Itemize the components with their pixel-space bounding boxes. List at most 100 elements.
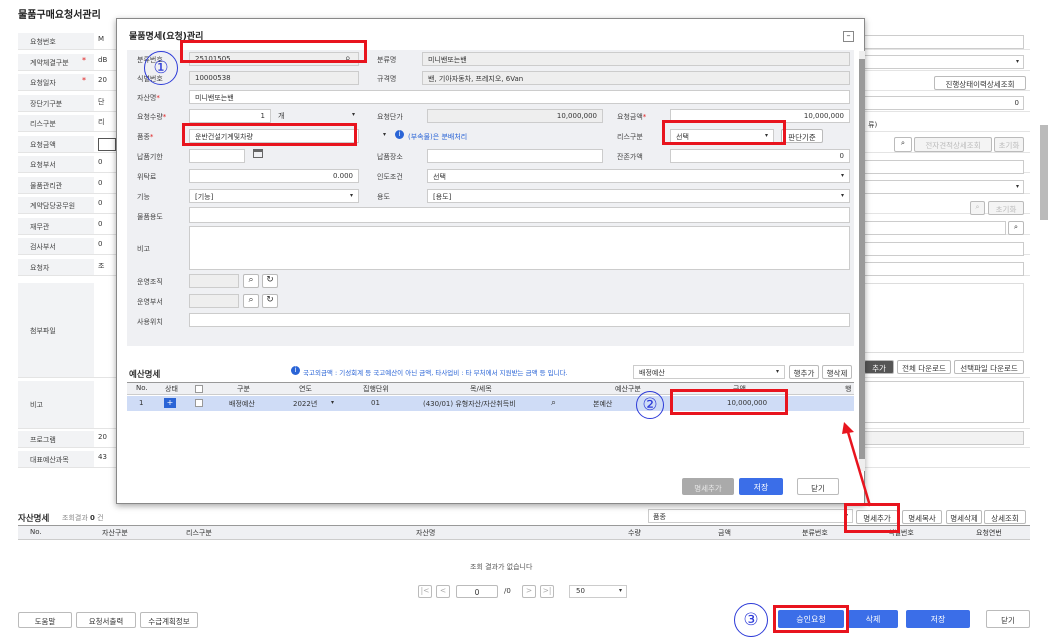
col-status: 상태 bbox=[165, 385, 178, 393]
col-year: 연도 bbox=[299, 385, 312, 393]
save-button[interactable]: 저장 bbox=[906, 610, 970, 628]
asset-col-5[interactable]: 금액 bbox=[718, 528, 731, 538]
row-year[interactable]: 2022년 bbox=[293, 399, 317, 409]
qty-field[interactable]: 1 bbox=[189, 109, 271, 123]
chevron-down-icon[interactable]: ▾ bbox=[383, 131, 386, 138]
search-icon[interactable]: ⌕ bbox=[970, 201, 985, 215]
judge-criteria-button[interactable]: 판단기준 bbox=[781, 129, 823, 143]
chevron-down-icon[interactable]: ▾ bbox=[331, 399, 334, 406]
unit-select[interactable]: 개 ▾ bbox=[273, 109, 359, 123]
next-page-button[interactable]: > bbox=[522, 585, 536, 598]
highlight-approve bbox=[773, 605, 849, 633]
form-row-value: 단 bbox=[98, 97, 105, 106]
class-name-label: 분류명 bbox=[377, 56, 397, 64]
note-link[interactable]: (부속물)은 분배처리 bbox=[408, 132, 467, 142]
form-row-label: 요청자 bbox=[18, 258, 94, 275]
add-attachment-button[interactable]: 추가 bbox=[864, 360, 894, 374]
calendar-icon[interactable] bbox=[253, 149, 263, 158]
dept-field bbox=[189, 294, 239, 308]
fee-field[interactable]: 0.000 bbox=[189, 169, 359, 183]
asset-col-6[interactable]: 분류번호 bbox=[802, 528, 828, 538]
col-unit: 집행단위 bbox=[363, 385, 389, 393]
last-page-button[interactable]: >| bbox=[540, 585, 554, 598]
delivery-date-label: 납품기한 bbox=[137, 153, 163, 161]
progress-history-button[interactable]: 진행상태이력상세조회 bbox=[934, 76, 1026, 90]
close-button[interactable]: 닫기 bbox=[986, 610, 1030, 628]
form-row-label: 장단기구분 bbox=[18, 94, 94, 111]
purpose-field[interactable] bbox=[189, 207, 850, 223]
asset-col-1[interactable]: 자산구분 bbox=[102, 528, 128, 538]
modal-close-button[interactable]: 닫기 bbox=[797, 478, 839, 495]
asset-name-field[interactable]: 미니밴또는밴 bbox=[189, 90, 850, 104]
terms-select[interactable]: 선택 ▾ bbox=[427, 169, 850, 183]
empty-message: 조회 결과가 없습니다 bbox=[470, 563, 533, 571]
form-row-value: 리 bbox=[98, 118, 105, 126]
info-icon: i bbox=[291, 366, 300, 375]
modal-scroll-thumb[interactable] bbox=[859, 59, 865, 459]
bottom-left-button-1[interactable]: 요청서출력 bbox=[76, 612, 136, 628]
search-icon[interactable]: ⌕ bbox=[243, 274, 259, 288]
form-row-label: 재무관 bbox=[18, 217, 94, 234]
reset-button[interactable]: 초기화 bbox=[994, 137, 1024, 152]
asset-col-4[interactable]: 수량 bbox=[628, 528, 641, 538]
download-selected-button[interactable]: 선택파일 다운로드 bbox=[954, 360, 1024, 374]
delete-row-button[interactable]: 행삭제 bbox=[822, 365, 852, 379]
first-page-button[interactable]: |< bbox=[418, 585, 432, 598]
asset-col-0[interactable]: No. bbox=[30, 528, 42, 536]
remarks-field[interactable] bbox=[864, 381, 1024, 423]
row-checkbox[interactable] bbox=[195, 399, 203, 407]
manager-select[interactable]: ▾ bbox=[864, 180, 1024, 194]
request-number-field[interactable] bbox=[864, 35, 1024, 49]
item-spec-modal: 물품명세(요청)관리 – 분류번호 25101505 ⌕ 분류명 미니밴또는밴 … bbox=[116, 18, 865, 504]
remark-field[interactable] bbox=[189, 226, 850, 270]
highlight-lease bbox=[662, 120, 786, 145]
asset-col-8[interactable]: 요청연번 bbox=[976, 528, 1002, 538]
page-input[interactable]: 0 bbox=[456, 585, 498, 598]
form-row-value: 조 bbox=[98, 261, 105, 270]
asset-button-3[interactable]: 상세조회 bbox=[984, 510, 1026, 524]
add-row-button[interactable]: 행추가 bbox=[789, 365, 819, 379]
contract-type-select[interactable]: ▾ bbox=[864, 55, 1024, 69]
search-icon[interactable]: ⌕ bbox=[1008, 221, 1024, 235]
search-icon[interactable]: ⌕ bbox=[551, 398, 556, 408]
form-row-value: 0 bbox=[98, 219, 103, 228]
search-icon[interactable]: ⌕ bbox=[243, 294, 259, 308]
page-scrollbar[interactable] bbox=[1040, 125, 1048, 220]
add-spec-disabled-button[interactable]: 명세추가 bbox=[682, 478, 734, 495]
delivery-place-field[interactable] bbox=[427, 149, 603, 163]
dept-label: 운영부서 bbox=[137, 298, 163, 306]
bottom-left-button-0[interactable]: 도움말 bbox=[18, 612, 72, 628]
budget-type-select[interactable]: 배정예산 ▾ bbox=[633, 365, 785, 379]
asset-col-3[interactable]: 자산명 bbox=[416, 528, 435, 538]
row-budget-type: 본예산 bbox=[593, 400, 613, 408]
download-all-button[interactable]: 전체 다운로드 bbox=[897, 360, 951, 374]
bottom-left-button-2[interactable]: 수급계획정보 bbox=[140, 612, 198, 628]
form-row-label: 물품관리관 bbox=[18, 176, 94, 193]
select-all-checkbox[interactable] bbox=[195, 385, 203, 393]
delivery-date-field[interactable] bbox=[189, 149, 245, 163]
page-size-select[interactable]: 50 ▾ bbox=[569, 585, 627, 598]
delete-button[interactable]: 삭제 bbox=[848, 610, 898, 628]
form-row-value: 20 bbox=[98, 76, 107, 84]
residual-field[interactable]: 0 bbox=[670, 149, 850, 163]
use-select[interactable]: [용도] ▾ bbox=[427, 189, 850, 203]
modal-save-button[interactable]: 저장 bbox=[739, 478, 783, 495]
asset-button-1[interactable]: 명세복사 bbox=[902, 510, 942, 524]
location-field[interactable] bbox=[189, 313, 850, 327]
paren-text: 류) bbox=[868, 121, 878, 129]
category-select[interactable]: 품종 ▾ bbox=[648, 509, 853, 523]
prev-page-button[interactable]: < bbox=[436, 585, 450, 598]
form-row-label: 계약담당공무원 bbox=[18, 197, 94, 213]
asset-col-2[interactable]: 리스구분 bbox=[186, 528, 212, 538]
refresh-icon[interactable]: ↻ bbox=[262, 294, 278, 308]
e-quote-button[interactable]: 전자견적상세조회 bbox=[914, 137, 992, 152]
function-select[interactable]: [기능] ▾ bbox=[189, 189, 359, 203]
search-icon[interactable]: ⌕ bbox=[894, 137, 912, 152]
annotation-1: ① bbox=[144, 51, 178, 85]
minimize-icon[interactable]: – bbox=[843, 31, 854, 42]
reset-button-2[interactable]: 초기화 bbox=[988, 201, 1024, 215]
asset-button-2[interactable]: 명세삭제 bbox=[946, 510, 982, 524]
refresh-icon[interactable]: ↻ bbox=[262, 274, 278, 288]
highlight-amount bbox=[670, 389, 788, 415]
attachment-area[interactable] bbox=[864, 283, 1024, 353]
